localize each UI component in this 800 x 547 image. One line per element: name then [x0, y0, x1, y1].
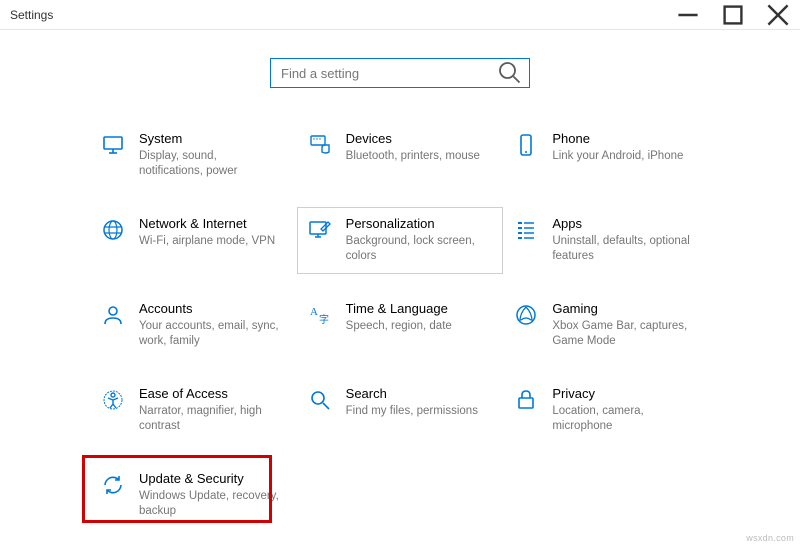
phone-icon — [510, 131, 542, 157]
search-wrap — [0, 58, 800, 88]
tile-title: Update & Security — [139, 471, 279, 488]
update-security-icon — [97, 471, 129, 497]
tile-title: Devices — [346, 131, 480, 148]
tile-title: Gaming — [552, 301, 692, 318]
tile-phone[interactable]: Phone Link your Android, iPhone — [503, 122, 710, 189]
tile-desc: Your accounts, email, sync, work, family — [139, 319, 279, 350]
tile-system[interactable]: System Display, sound, notifications, po… — [90, 122, 297, 189]
tile-title: Privacy — [552, 386, 692, 403]
search-icon — [497, 60, 521, 87]
tile-desc: Bluetooth, printers, mouse — [346, 149, 480, 165]
tile-title: System — [139, 131, 279, 148]
tile-title: Time & Language — [346, 301, 452, 318]
settings-grid: System Display, sound, notifications, po… — [0, 122, 800, 529]
close-button[interactable] — [755, 0, 800, 30]
tile-desc: Uninstall, defaults, optional features — [552, 234, 692, 265]
system-icon — [97, 131, 129, 157]
window-title: Settings — [10, 8, 665, 22]
tile-desc: Windows Update, recovery, backup — [139, 489, 279, 520]
tile-desc: Location, camera, microphone — [552, 404, 692, 435]
tile-devices[interactable]: Devices Bluetooth, printers, mouse — [297, 122, 504, 189]
tile-title: Network & Internet — [139, 216, 275, 233]
tile-apps[interactable]: Apps Uninstall, defaults, optional featu… — [503, 207, 710, 274]
personalization-icon — [304, 216, 336, 242]
tile-gaming[interactable]: Gaming Xbox Game Bar, captures, Game Mod… — [503, 292, 710, 359]
tile-accounts[interactable]: Accounts Your accounts, email, sync, wor… — [90, 292, 297, 359]
privacy-icon — [510, 386, 542, 412]
search-input[interactable] — [281, 66, 497, 81]
source-watermark: wsxdn.com — [746, 533, 794, 543]
content-area: System Display, sound, notifications, po… — [0, 30, 800, 529]
minimize-button[interactable] — [665, 0, 710, 30]
svg-text:字: 字 — [319, 313, 329, 326]
maximize-button[interactable] — [710, 0, 755, 30]
tile-title: Search — [346, 386, 478, 403]
gaming-icon — [510, 301, 542, 327]
search-category-icon — [304, 386, 336, 412]
tile-title: Personalization — [346, 216, 486, 233]
tile-desc: Wi-Fi, airplane mode, VPN — [139, 234, 275, 250]
tile-desc: Background, lock screen, colors — [346, 234, 486, 265]
tile-time-language[interactable]: A字 Time & Language Speech, region, date — [297, 292, 504, 359]
tile-title: Accounts — [139, 301, 279, 318]
tile-desc: Speech, region, date — [346, 319, 452, 335]
tile-personalization[interactable]: Personalization Background, lock screen,… — [297, 207, 504, 274]
search-box[interactable] — [270, 58, 530, 88]
accounts-icon — [97, 301, 129, 327]
tile-title: Phone — [552, 131, 683, 148]
tile-title: Ease of Access — [139, 386, 279, 403]
tile-desc: Xbox Game Bar, captures, Game Mode — [552, 319, 692, 350]
tile-privacy[interactable]: Privacy Location, camera, microphone — [503, 377, 710, 444]
tile-desc: Display, sound, notifications, power — [139, 149, 279, 180]
time-language-icon: A字 — [304, 301, 336, 327]
tile-desc: Link your Android, iPhone — [552, 149, 683, 165]
network-icon — [97, 216, 129, 242]
svg-text:A: A — [310, 306, 318, 318]
tile-update-security[interactable]: Update & Security Windows Update, recove… — [90, 462, 297, 529]
tile-search[interactable]: Search Find my files, permissions — [297, 377, 504, 444]
devices-icon — [304, 131, 336, 157]
tile-network[interactable]: Network & Internet Wi-Fi, airplane mode,… — [90, 207, 297, 274]
window-controls — [665, 0, 800, 30]
tile-desc: Find my files, permissions — [346, 404, 478, 420]
apps-icon — [510, 216, 542, 242]
tile-desc: Narrator, magnifier, high contrast — [139, 404, 279, 435]
tile-title: Apps — [552, 216, 692, 233]
tile-ease-of-access[interactable]: Ease of Access Narrator, magnifier, high… — [90, 377, 297, 444]
titlebar: Settings — [0, 0, 800, 30]
ease-of-access-icon — [97, 386, 129, 412]
